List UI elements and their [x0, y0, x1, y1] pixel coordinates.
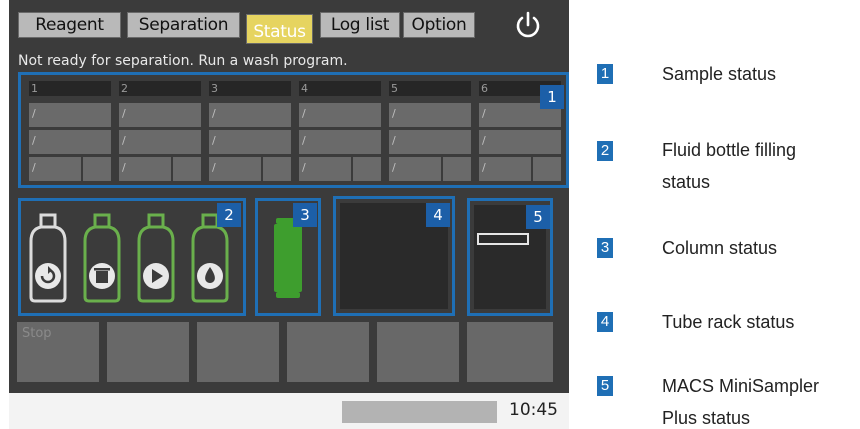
- stop-button-label: Stop: [22, 326, 52, 341]
- sample-cell-small[interactable]: [173, 157, 201, 181]
- sample-cell[interactable]: /: [209, 130, 291, 154]
- rinsing-bottle-icon: [191, 213, 229, 303]
- tab-option[interactable]: Option: [403, 12, 475, 38]
- tube-rack-panel[interactable]: 4: [333, 196, 455, 316]
- sample-cell-small[interactable]: [443, 157, 471, 181]
- sample-cell[interactable]: /: [479, 157, 531, 181]
- sample-cell[interactable]: /: [119, 157, 171, 181]
- sample-position-number: 2: [119, 81, 201, 96]
- column-status-panel[interactable]: 3: [255, 198, 321, 316]
- stop-button[interactable]: Stop: [17, 322, 99, 382]
- legend-number: 4: [597, 312, 613, 332]
- clock: 10:45: [509, 400, 558, 420]
- minisampler-panel[interactable]: 5: [467, 198, 553, 316]
- legend-text: status: [662, 172, 711, 192]
- trash-icon: [96, 271, 108, 283]
- sample-position-number: 1: [29, 81, 111, 96]
- buffer-bottle-icon: [29, 213, 67, 303]
- function-button-5[interactable]: [377, 322, 459, 382]
- function-button-6[interactable]: [467, 322, 553, 382]
- sample-cell-small[interactable]: [533, 157, 561, 181]
- tab-separation[interactable]: Separation: [127, 12, 240, 38]
- fluid-bottles: [29, 213, 229, 303]
- status-message: Not ready for separation. Run a wash pro…: [18, 53, 348, 69]
- sample-cell[interactable]: /: [299, 103, 381, 127]
- function-button-label: [377, 322, 459, 330]
- function-button-label: [107, 322, 189, 330]
- legend-number: 3: [597, 238, 613, 258]
- sample-cell-small[interactable]: [263, 157, 291, 181]
- legend-text: Fluid bottle filling: [662, 140, 797, 160]
- panel-number-badge: 2: [217, 203, 241, 227]
- sample-cell[interactable]: /: [209, 157, 261, 181]
- sample-cell[interactable]: /: [389, 103, 471, 127]
- sample-cell[interactable]: /: [119, 103, 201, 127]
- fluid-bottle-panel[interactable]: 2: [18, 198, 246, 316]
- sample-position-number: 4: [299, 81, 381, 96]
- sample-cell[interactable]: /: [299, 157, 351, 181]
- legend-text: Column status: [662, 238, 778, 258]
- sample-position-number: 5: [389, 81, 471, 96]
- function-button-label: [467, 322, 553, 330]
- panel-number-badge: 3: [293, 203, 317, 227]
- sample-cell[interactable]: /: [29, 103, 111, 127]
- sample-cell-small[interactable]: [353, 157, 381, 181]
- sample-cell[interactable]: /: [299, 130, 381, 154]
- sample-cell[interactable]: /: [29, 130, 111, 154]
- sample-status-panel: 1 / / / 2 / / / 3 / / / 4 / / / 5 / / / …: [18, 72, 569, 188]
- tab-status[interactable]: Status: [246, 14, 313, 44]
- sample-cell[interactable]: /: [119, 130, 201, 154]
- sample-cell-small[interactable]: [83, 157, 111, 181]
- sample-cell[interactable]: /: [389, 157, 441, 181]
- legend-text: MACS MiniSampler: [662, 376, 820, 396]
- function-button-3[interactable]: [197, 322, 279, 382]
- tab-log-list[interactable]: Log list: [320, 12, 400, 38]
- instrument-screen: Reagent Separation Status Log list Optio…: [9, 0, 569, 429]
- sample-cell[interactable]: /: [479, 130, 561, 154]
- function-button-2[interactable]: [107, 322, 189, 382]
- waste-bottle-icon: [83, 213, 121, 303]
- sample-cell[interactable]: /: [209, 103, 291, 127]
- sample-cell[interactable]: /: [389, 130, 471, 154]
- running-buffer-bottle-icon: [137, 213, 175, 303]
- panel-number-badge: 4: [426, 203, 450, 227]
- sample-cell[interactable]: /: [29, 157, 81, 181]
- power-icon: [516, 11, 540, 38]
- progress-bar: [342, 401, 497, 423]
- tab-reagent[interactable]: Reagent: [18, 12, 121, 38]
- legend-text: Sample status: [662, 64, 777, 84]
- status-bar: 10:45: [9, 393, 569, 429]
- legend-number: 2: [597, 141, 613, 161]
- function-button-label: [197, 322, 279, 330]
- sample-position-number: 3: [209, 81, 291, 96]
- tray-icon: [477, 233, 529, 245]
- legend-number: 5: [597, 376, 613, 396]
- legend-text: Plus status: [662, 408, 751, 428]
- legend-number: 1: [597, 64, 613, 84]
- function-button-4[interactable]: [287, 322, 369, 382]
- power-button[interactable]: [509, 8, 547, 42]
- panel-number-badge: 1: [540, 85, 564, 109]
- legend-text: Tube rack status: [662, 312, 795, 332]
- function-button-label: [287, 322, 369, 330]
